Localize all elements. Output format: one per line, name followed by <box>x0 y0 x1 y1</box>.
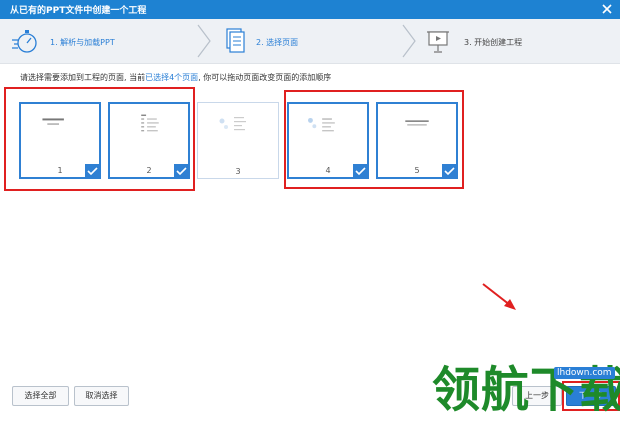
annotation-arrow-icon <box>482 283 516 310</box>
title-bar: 从已有的PPT文件中创建一个工程 <box>0 0 620 19</box>
stopwatch-icon <box>12 30 37 53</box>
watermark-url: lhdown.com <box>554 367 615 379</box>
step-create-project: 3. 开始创建工程 <box>424 25 594 58</box>
page-thumbnail[interactable]: 3 <box>197 102 279 179</box>
slide-preview <box>219 117 246 131</box>
step-select-pages: 2. 选择页面 <box>220 25 390 58</box>
instruction-prefix: 请选择需要添加到工程的页面, 当前 <box>20 73 146 82</box>
projector-icon <box>427 31 449 53</box>
select-all-button[interactable]: 选择全部 <box>12 386 69 406</box>
step-1-label: 1. 解析与加载PPT <box>50 38 115 47</box>
chevron-right-icon <box>402 24 416 58</box>
page-number: 3 <box>235 167 241 176</box>
close-icon[interactable] <box>600 1 614 17</box>
instruction-suffix: , 你可以拖动页面改变页面的添加顺序 <box>198 73 332 82</box>
deselect-button[interactable]: 取消选择 <box>74 386 129 406</box>
annotation-box <box>284 90 464 189</box>
instruction-text: 请选择需要添加到工程的页面, 当前已选择4个页面, 你可以拖动页面改变页面的添加… <box>20 72 331 83</box>
wizard-steps: 1. 解析与加载PPT 2. 选择页面 3. 开始创建工程 <box>0 19 620 64</box>
chevron-right-icon <box>197 24 211 58</box>
step-2-label: 2. 选择页面 <box>256 38 299 47</box>
step-3-label: 3. 开始创建工程 <box>464 38 523 47</box>
selected-count-link: 已选择4个页面 <box>145 73 199 82</box>
annotation-box <box>4 87 195 191</box>
document-pages-icon <box>226 28 245 53</box>
window-title: 从已有的PPT文件中创建一个工程 <box>10 6 147 16</box>
step-parse-load: 1. 解析与加载PPT <box>10 25 180 58</box>
watermark: 领航下载 lhdown.com <box>432 360 620 423</box>
